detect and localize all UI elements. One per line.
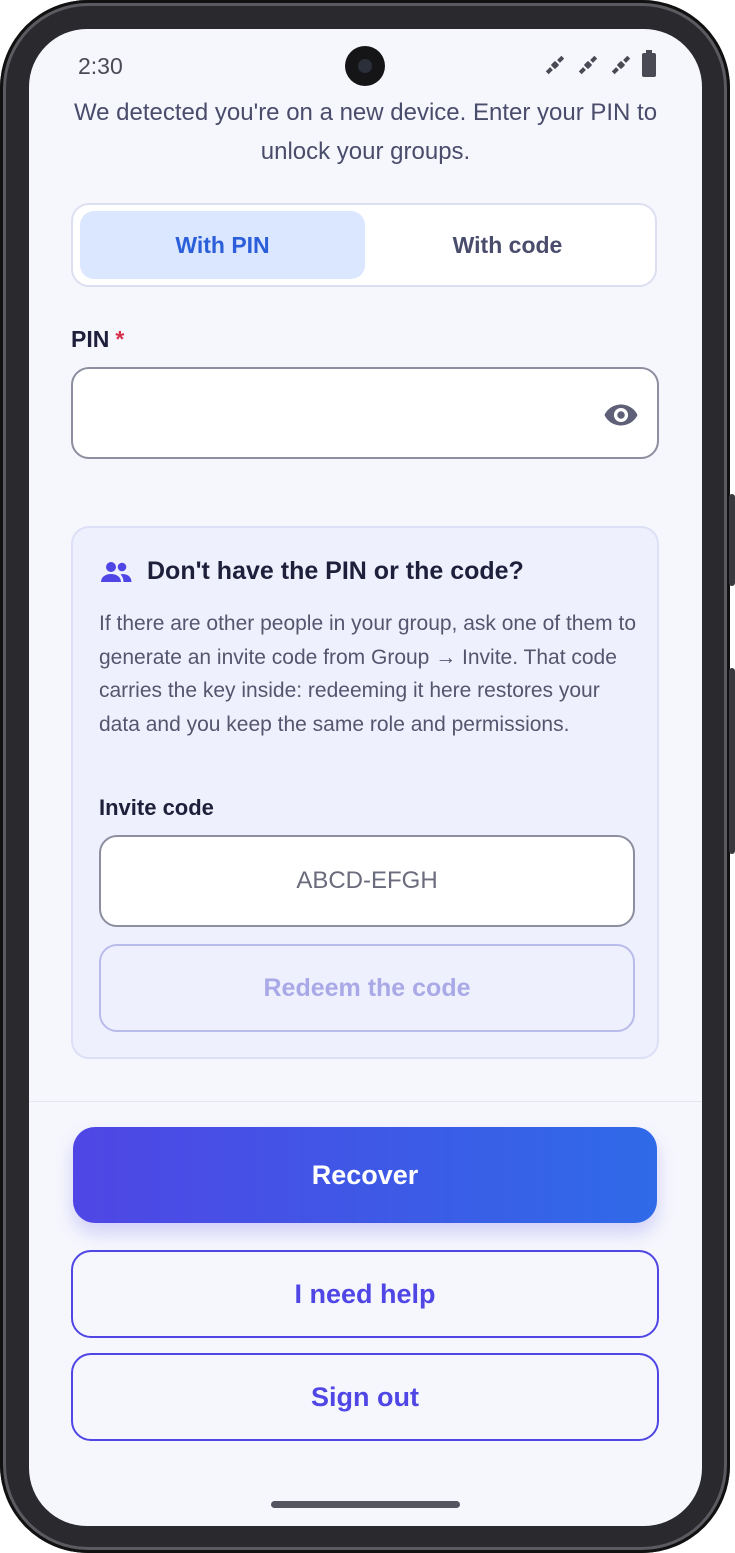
- pin-label-text: PIN: [71, 326, 110, 352]
- pin-label: PIN *: [71, 326, 124, 353]
- status-time: 2:30: [78, 53, 123, 79]
- screen: 2:30 We detected you're on a new device.…: [29, 29, 702, 1526]
- pin-input[interactable]: [71, 367, 659, 459]
- invite-code-label: Invite code: [99, 795, 214, 820]
- satellite-icon: [545, 55, 565, 75]
- tab-with-code[interactable]: With code: [365, 211, 650, 279]
- battery-icon: [642, 50, 656, 77]
- divider: [29, 1101, 702, 1102]
- recover-button[interactable]: Recover: [73, 1127, 657, 1223]
- eye-icon[interactable]: [603, 397, 639, 433]
- help-card-body: If there are other people in your group,…: [99, 612, 636, 736]
- satellite-icon: [611, 55, 631, 75]
- front-camera: [345, 46, 385, 86]
- satellite-icon: [578, 55, 598, 75]
- volume-button: [729, 668, 735, 854]
- need-help-button[interactable]: I need help: [71, 1250, 659, 1338]
- sign-out-button[interactable]: Sign out: [71, 1353, 659, 1441]
- help-card-header: Don't have the PIN or the code?: [99, 557, 524, 586]
- required-mark: *: [115, 326, 125, 352]
- intro-text: We detected you're on a new device. Ente…: [73, 99, 658, 165]
- recovery-method-tabs: With PIN With code: [71, 203, 657, 287]
- invite-code-input[interactable]: [99, 835, 635, 927]
- status-icons: [543, 50, 656, 77]
- power-button: [729, 494, 735, 586]
- tab-with-pin[interactable]: With PIN: [80, 211, 365, 279]
- no-pin-help-card: Don't have the PIN or the code? If there…: [71, 526, 659, 1059]
- help-card-title: Don't have the PIN or the code?: [147, 557, 524, 585]
- group-icon: [101, 561, 132, 582]
- status-bar: 2:30: [29, 29, 702, 101]
- redeem-code-button[interactable]: Redeem the code: [99, 944, 635, 1032]
- home-indicator[interactable]: [271, 1501, 460, 1508]
